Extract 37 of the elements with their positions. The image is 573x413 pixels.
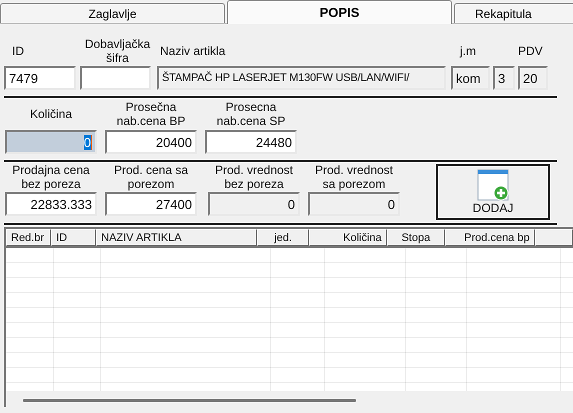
field-label: j.m bbox=[458, 44, 476, 58]
input-field[interactable]: 27400 bbox=[105, 192, 197, 216]
column-header[interactable]: Stopa bbox=[386, 229, 445, 246]
add-document-icon bbox=[477, 169, 509, 201]
tab[interactable]: POPIS bbox=[227, 0, 452, 24]
field-label: Prodajna cena bez poreza bbox=[11, 163, 91, 191]
column-header[interactable]: NAZIV ARTIKLA bbox=[96, 229, 257, 246]
column-header[interactable]: Red.br bbox=[6, 229, 52, 246]
input-field[interactable]: 0 bbox=[308, 192, 400, 216]
input-field[interactable]: 0 bbox=[5, 130, 97, 154]
input-field[interactable]: 7479 bbox=[4, 66, 76, 90]
input-field[interactable]: 20 bbox=[518, 66, 548, 90]
field-label: Količina bbox=[30, 107, 72, 121]
input-field[interactable]: 3 bbox=[493, 66, 515, 90]
tab[interactable]: Zaglavlje bbox=[0, 3, 225, 23]
input-field[interactable]: 22833.333 bbox=[5, 192, 97, 216]
input-field[interactable]: 24480 bbox=[205, 130, 297, 154]
field-label: ID bbox=[11, 44, 24, 58]
field-label: Prod. cena sa porezom bbox=[112, 163, 190, 191]
field-label: Prosecna nab.cena SP bbox=[216, 100, 286, 128]
input-field[interactable] bbox=[80, 66, 151, 90]
column-header[interactable]: ID bbox=[51, 229, 96, 246]
field-label: PDV bbox=[518, 44, 543, 58]
column-header[interactable]: Količina bbox=[309, 229, 387, 246]
input-field[interactable]: 0 bbox=[208, 192, 300, 216]
input-field[interactable]: ŠTAMPAČ HP LASERJET M130FW USB/LAN/WIFI/ bbox=[157, 66, 446, 90]
field-label: Dobavljačka šifra bbox=[84, 37, 151, 65]
column-header[interactable]: Prod.cena bp bbox=[445, 229, 535, 246]
field-label: Naziv artikla bbox=[159, 44, 226, 58]
field-label: Prod. vrednost sa porezom bbox=[314, 163, 394, 191]
add-button[interactable]: DODAJ bbox=[436, 164, 550, 220]
input-field[interactable]: 20400 bbox=[105, 130, 197, 154]
field-label: Prod. vrednost bez poreza bbox=[214, 163, 294, 191]
input-field[interactable]: kom bbox=[451, 66, 490, 90]
column-header[interactable]: jed. bbox=[256, 229, 310, 246]
tab[interactable]: Rekapitula bbox=[454, 3, 573, 23]
field-label: Prosečna nab.cena BP bbox=[116, 100, 186, 128]
